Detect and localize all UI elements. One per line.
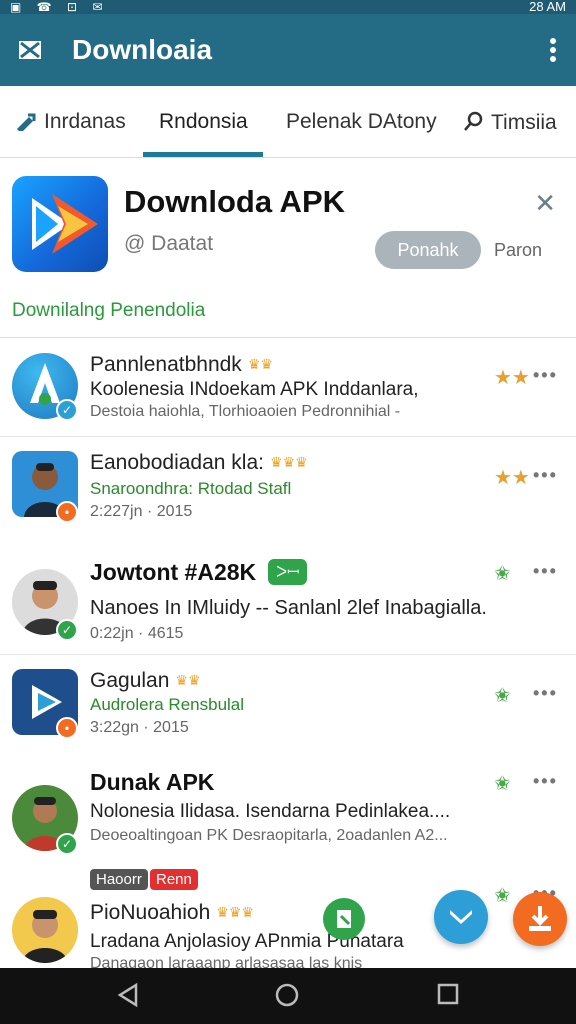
row-meta: Destoia haiohla, Tlorhioaoien Pedronnihi… bbox=[90, 403, 401, 420]
chip: Haoorr bbox=[90, 869, 148, 890]
app-logo bbox=[12, 176, 108, 272]
tab-inrdanas[interactable]: Inrdanas bbox=[14, 110, 126, 134]
star-icon[interactable]: ✬ bbox=[494, 883, 511, 908]
primary-button[interactable]: Ponahk bbox=[375, 231, 481, 269]
system-nav-bar bbox=[0, 968, 576, 1024]
search-icon bbox=[464, 111, 483, 131]
row-subtitle: Koolenesia INdoekam APK Inddanlara, bbox=[90, 379, 419, 400]
app-header-card: Downloda APK @ Daatat ✕ Ponahk Paron Dow… bbox=[0, 158, 576, 338]
verified-badge-icon: ✓ bbox=[56, 833, 78, 855]
chip: Renn bbox=[150, 869, 198, 890]
more-horizontal-icon[interactable]: ••• bbox=[533, 771, 558, 792]
list-item[interactable]: ✓ Jowtont #A28K ᐳꟷ Nanoes In IMluidy -- S… bbox=[0, 545, 576, 655]
active-tab-indicator bbox=[143, 152, 263, 157]
status-icons: ▣ ☎ ⊡ ✉ bbox=[10, 0, 109, 14]
row-subtitle: Nolonesia Ilidasa. Isendarna Pedinlakea.… bbox=[90, 801, 451, 822]
crown-icon: ♛♛♛ bbox=[216, 904, 254, 920]
close-icon[interactable]: ✕ bbox=[534, 188, 556, 219]
verified-badge-icon: ✓ bbox=[56, 619, 78, 641]
row-title: Jowtont #A28K ᐳꟷ bbox=[90, 559, 308, 586]
tab-pelenak-datony[interactable]: Pelenak DAtony bbox=[286, 110, 437, 134]
row-subtitle: Snaroondhra: Rtodad Stafl bbox=[90, 479, 292, 498]
app-title: Downloaia bbox=[72, 34, 213, 65]
row-meta: 3:22gn · 2015 bbox=[90, 719, 189, 736]
download-fab[interactable] bbox=[513, 892, 567, 946]
mail-icon[interactable] bbox=[18, 38, 42, 62]
crown-icon: ♛♛ bbox=[175, 672, 201, 688]
app-bar: Downloaia bbox=[0, 14, 576, 86]
row-title: Pannlenatbhndk ♛♛ bbox=[90, 353, 273, 376]
row-subtitle: Audrolera Rensbulal bbox=[90, 695, 245, 714]
status-badge-icon: • bbox=[56, 501, 78, 523]
more-horizontal-icon[interactable]: ••• bbox=[533, 683, 558, 704]
list-item[interactable]: ✓ Dunak APK Nolonesia Ilidasa. Isendarna… bbox=[0, 759, 576, 859]
row-meta: Deoeoaltingoan PK Desraopitarla, 2oadanl… bbox=[90, 827, 448, 844]
more-horizontal-icon[interactable]: ••• bbox=[533, 465, 558, 486]
section-title: Downilalng Penendolia bbox=[12, 300, 206, 321]
row-title: Gagulan ♛♛ bbox=[90, 669, 201, 692]
chip: ᐳꟷ bbox=[268, 559, 308, 585]
row-subtitle: Nanoes In IMluidy -- Sanlanl 2lef Inabag… bbox=[90, 597, 487, 619]
star-icon[interactable]: ★★ bbox=[494, 465, 530, 490]
more-horizontal-icon[interactable]: ••• bbox=[533, 561, 558, 582]
row-title: Dunak APK bbox=[90, 769, 215, 795]
crown-icon: ♛♛♛ bbox=[269, 454, 308, 470]
status-time: 28 AM bbox=[529, 0, 566, 14]
star-icon[interactable]: ✬ bbox=[494, 683, 511, 708]
more-horizontal-icon[interactable]: ••• bbox=[533, 365, 558, 386]
status-bar: ▣ ☎ ⊡ ✉ 28 AM bbox=[0, 0, 576, 14]
back-icon[interactable] bbox=[116, 982, 140, 1013]
pen-icon bbox=[17, 113, 36, 133]
star-icon[interactable]: ✬ bbox=[494, 771, 511, 796]
list-item[interactable]: • Gagulan ♛♛ Audrolera Rensbulal 3:22gn ·… bbox=[0, 655, 576, 759]
tab-rndonsia[interactable]: Rndonsia bbox=[159, 110, 248, 134]
developer-name[interactable]: @ Daatat bbox=[124, 232, 213, 256]
share-fab[interactable] bbox=[434, 890, 488, 944]
star-icon[interactable]: ✬ bbox=[494, 561, 511, 586]
row-title: Eanobodiadan kla: ♛♛♛ bbox=[90, 451, 308, 474]
list-item[interactable]: ✓ Pannlenatbhndk ♛♛ Koolenesia INdoekam A… bbox=[0, 339, 576, 437]
more-vertical-icon[interactable] bbox=[550, 38, 556, 62]
row-meta: 2:227jn · 2015 bbox=[90, 503, 193, 520]
app-name: Downloda APK bbox=[124, 184, 346, 219]
list-item[interactable]: • Eanobodiadan kla: ♛♛♛ Snaroondhra: Rtod… bbox=[0, 437, 576, 545]
crown-icon: ♛♛ bbox=[247, 356, 273, 372]
row-title: PioNuoahioh ♛♛♛ bbox=[90, 901, 254, 924]
tab-bar: Inrdanas Rndonsia Pelenak DAtony Timsiia bbox=[0, 86, 576, 158]
small-action-button[interactable] bbox=[323, 898, 365, 940]
home-icon[interactable] bbox=[274, 982, 300, 1013]
secondary-button[interactable]: Paron bbox=[494, 240, 542, 261]
list-item[interactable]: Haoorr Renn PioNuoahioh ♛♛♛ Lradana Anjol… bbox=[0, 859, 576, 972]
star-icon[interactable]: ★★ bbox=[494, 365, 530, 390]
recents-icon[interactable] bbox=[436, 982, 460, 1011]
verified-badge-icon: ✓ bbox=[56, 399, 78, 421]
row-meta: 0:22jn · 4615 bbox=[90, 625, 184, 642]
tab-timsiia[interactable]: Timsiia bbox=[463, 110, 557, 135]
status-badge-icon: • bbox=[56, 717, 78, 739]
user-avatar bbox=[12, 897, 78, 963]
